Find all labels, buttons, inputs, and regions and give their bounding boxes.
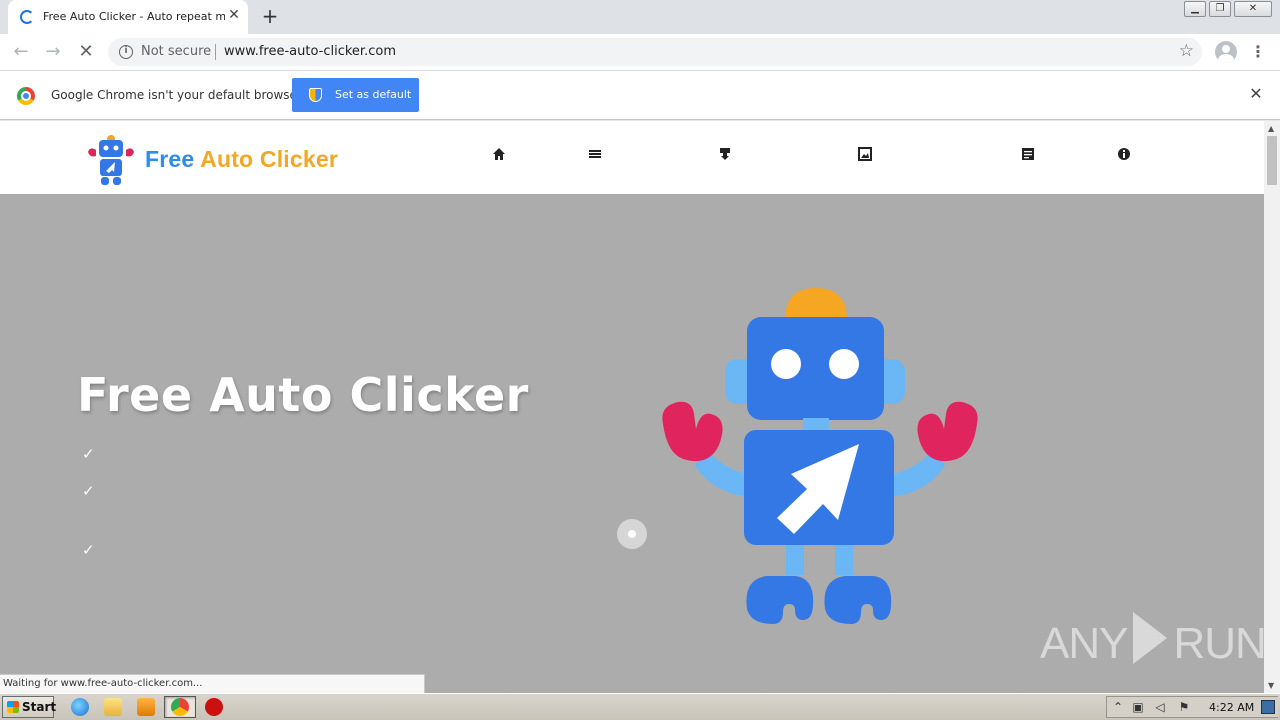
back-arrow-icon[interactable]: ← bbox=[9, 40, 33, 64]
media-player-icon[interactable] bbox=[137, 698, 155, 716]
stop-loading-icon[interactable]: ✕ bbox=[74, 40, 98, 64]
chrome-logo-icon bbox=[17, 87, 35, 105]
omnibox-divider bbox=[215, 44, 216, 60]
close-window-button[interactable]: ✕ bbox=[1234, 1, 1272, 17]
scroll-down-icon[interactable]: ▼ bbox=[1268, 681, 1274, 690]
url-text[interactable]: www.free-auto-clicker.com bbox=[224, 44, 396, 59]
loading-spinner-icon bbox=[20, 10, 34, 24]
check-icon: ✓ bbox=[82, 541, 95, 559]
start-button[interactable]: Start bbox=[2, 696, 57, 718]
logo-word-free: Free bbox=[145, 146, 195, 172]
windows-logo-icon bbox=[7, 701, 19, 713]
minimize-button[interactable]: ▁ bbox=[1184, 1, 1206, 17]
tray-expand-icon[interactable]: ⌃ bbox=[1111, 700, 1125, 714]
watermark-right: RUN bbox=[1173, 619, 1266, 668]
action-center-flag-icon[interactable]: ⚑ bbox=[1177, 700, 1191, 714]
set-as-default-label: Set as default bbox=[335, 88, 412, 101]
new-tab-button[interactable]: + bbox=[259, 5, 281, 27]
chrome-taskbar-button[interactable] bbox=[164, 696, 196, 718]
show-desktop-icon[interactable] bbox=[1261, 700, 1275, 714]
volume-icon[interactable]: ◁ bbox=[1153, 700, 1167, 714]
cursor-bubble-icon bbox=[617, 519, 647, 549]
home-icon[interactable] bbox=[491, 147, 507, 163]
restore-button[interactable]: ❐ bbox=[1209, 1, 1231, 17]
image-icon[interactable] bbox=[857, 147, 873, 163]
play-icon bbox=[1133, 612, 1168, 664]
check-icon: ✓ bbox=[82, 445, 95, 463]
file-explorer-icon[interactable] bbox=[104, 698, 122, 716]
internet-explorer-icon[interactable] bbox=[71, 698, 89, 716]
network-icon[interactable]: ▣ bbox=[1131, 700, 1145, 714]
check-icon: ✓ bbox=[82, 482, 95, 500]
forward-arrow-icon[interactable]: → bbox=[41, 40, 65, 64]
tab-title: Free Auto Clicker - Auto repeat mou bbox=[43, 10, 225, 23]
start-label: Start bbox=[22, 700, 57, 714]
address-bar[interactable]: i Not secure www.free-auto-clicker.com ☆ bbox=[108, 38, 1202, 66]
info-circle-icon[interactable] bbox=[1116, 147, 1132, 163]
infobar-close-button[interactable]: ✕ bbox=[1247, 85, 1265, 103]
download-icon[interactable] bbox=[717, 147, 733, 163]
tab-strip: Free Auto Clicker - Auto repeat mou ✕ + … bbox=[0, 0, 1280, 34]
robot-illustration bbox=[662, 288, 978, 624]
web-page: Free Auto Clicker Free Auto Clicker ✓ ✓ … bbox=[0, 121, 1264, 693]
document-icon[interactable] bbox=[1020, 147, 1036, 163]
windows-taskbar: Start ⌃ ▣ ◁ ⚑ 4:22 AM bbox=[0, 693, 1280, 720]
hero-title: Free Auto Clicker bbox=[77, 368, 529, 422]
infobar-message: Google Chrome isn't your default browser bbox=[51, 88, 302, 102]
security-label[interactable]: Not secure bbox=[141, 44, 211, 59]
stop-sign-icon[interactable] bbox=[205, 698, 223, 716]
system-tray: ⌃ ▣ ◁ ⚑ 4:22 AM bbox=[1106, 696, 1278, 718]
watermark-left: ANY bbox=[1040, 619, 1128, 668]
scrollbar-thumb[interactable] bbox=[1267, 136, 1277, 185]
site-logo-text[interactable]: Free Auto Clicker bbox=[145, 146, 338, 173]
default-browser-infobar: Google Chrome isn't your default browser… bbox=[0, 71, 1280, 120]
browser-toolbar: ← → ✕ i Not secure www.free-auto-clicker… bbox=[0, 34, 1280, 71]
status-bubble: Waiting for www.free-auto-clicker.com... bbox=[0, 674, 425, 693]
anyrun-watermark: ANY RUN bbox=[1040, 612, 1267, 669]
shield-icon bbox=[309, 88, 322, 102]
scroll-up-icon[interactable]: ▲ bbox=[1268, 124, 1274, 133]
menu-icon[interactable] bbox=[587, 147, 603, 163]
tab-close-button[interactable]: ✕ bbox=[226, 7, 242, 25]
site-header: Free Auto Clicker bbox=[0, 121, 1264, 194]
logo-word-auto-clicker: Auto Clicker bbox=[200, 146, 339, 172]
page-scrollbar[interactable]: ▲ ▼ bbox=[1264, 121, 1280, 693]
browser-tab[interactable]: Free Auto Clicker - Auto repeat mou ✕ bbox=[8, 0, 248, 34]
chrome-icon bbox=[171, 698, 189, 716]
taskbar-clock[interactable]: 4:22 AM bbox=[1209, 701, 1254, 714]
browser-menu-icon[interactable]: ⋮ bbox=[1250, 42, 1266, 62]
bookmark-star-icon[interactable]: ☆ bbox=[1179, 41, 1194, 61]
set-as-default-button[interactable]: Set as default bbox=[292, 78, 419, 112]
robot-logo-icon[interactable] bbox=[86, 134, 136, 186]
profile-avatar-icon[interactable] bbox=[1215, 41, 1237, 63]
info-icon[interactable]: i bbox=[119, 45, 133, 59]
